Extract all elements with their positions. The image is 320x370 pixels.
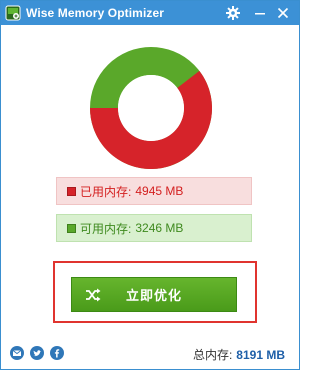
app-window: Wise Memory Optimizer 已用内存: 4945 MB 可用内存… [0,0,300,370]
memory-usage-donut-chart [90,47,212,169]
optimize-now-button[interactable]: 立即优化 [71,277,237,312]
minimize-icon [255,13,265,15]
used-memory-swatch [67,186,76,196]
mail-share-button[interactable] [10,346,24,360]
memory-chip-icon [5,5,21,21]
used-memory-label: 已用内存: [80,184,132,199]
free-memory-swatch [67,223,76,233]
close-icon [277,7,289,19]
used-memory-value: 4945 MB [135,184,184,198]
free-memory-box: 可用内存: 3246 MB [56,214,252,242]
facebook-icon [54,349,60,358]
gear-icon [226,6,240,20]
facebook-share-button[interactable] [50,346,64,360]
twitter-share-button[interactable] [30,346,44,360]
optimize-now-label: 立即优化 [125,288,182,303]
close-button[interactable] [274,4,292,22]
total-memory: 总内存: 8191 MB [193,346,285,363]
donut-inner-hole [118,75,184,141]
used-memory-box: 已用内存: 4945 MB [56,177,252,205]
window-title: Wise Memory Optimizer [26,6,165,20]
total-memory-value: 8191 MB [236,348,285,362]
free-memory-label: 可用内存: [80,221,132,236]
settings-button[interactable] [224,4,242,22]
shuffle-icon [85,288,101,302]
title-bar: Wise Memory Optimizer [1,1,299,25]
free-memory-value: 3246 MB [135,221,184,235]
twitter-icon [33,350,42,357]
mail-icon [12,350,22,356]
total-memory-label: 总内存: [192,348,233,362]
minimize-button[interactable] [251,4,269,22]
